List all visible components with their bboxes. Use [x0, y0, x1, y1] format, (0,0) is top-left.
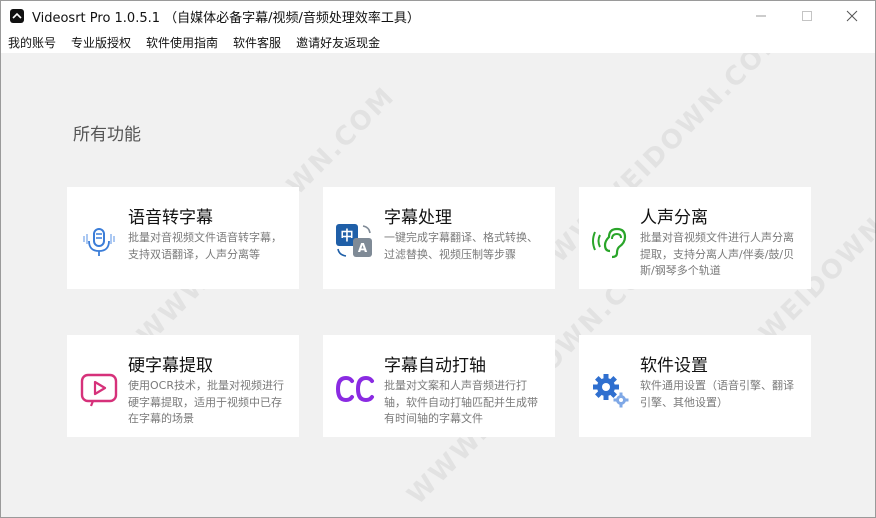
- svg-text:中: 中: [340, 228, 353, 244]
- translate-icon: 中 A: [335, 221, 375, 261]
- card-title: 字幕处理: [384, 208, 452, 228]
- svg-text:A: A: [358, 241, 368, 255]
- menu-customer-service[interactable]: 软件客服: [233, 34, 281, 51]
- card-auto-subtitle-timing[interactable]: 字幕自动打轴 批量对文案和人声音频进行打轴，软件自动打轴匹配并生成带有时间轴的字…: [323, 335, 555, 437]
- card-description: 批量对音视频文件语音转字幕，支持双语翻译，人声分离等: [128, 231, 282, 261]
- menu-invite-friends[interactable]: 邀请好友返现金: [296, 34, 380, 51]
- minimize-button[interactable]: [738, 1, 784, 31]
- card-hard-subtitle-extraction[interactable]: 硬字幕提取 使用OCR技术，批量对视频进行硬字幕提取，适用于视频中已存在字幕的场…: [67, 335, 299, 437]
- card-description: 软件通用设置（语音引擎、翻译引擎、其他设置）: [640, 379, 794, 409]
- menu-my-account[interactable]: 我的账号: [8, 34, 56, 51]
- card-description: 批量对文案和人声音频进行打轴，软件自动打轴匹配并生成带有时间轴的字幕文件: [384, 379, 538, 425]
- card-title: 人声分离: [640, 208, 708, 228]
- card-vocal-separation[interactable]: 人声分离 批量对音视频文件进行人声分离提取，支持分离人声/伴奏/鼓/贝斯/钢琴多…: [579, 187, 811, 289]
- app-logo-icon: [10, 9, 24, 23]
- card-description: 使用OCR技术，批量对视频进行硬字幕提取，适用于视频中已存在字幕的场景: [128, 379, 284, 425]
- section-title: 所有功能: [73, 125, 141, 145]
- close-icon: [846, 10, 858, 22]
- card-subtitle-processing[interactable]: 中 A 字幕处理 一键完成字幕翻译、格式转换、过滤替换、视频压制等步骤: [323, 187, 555, 289]
- video-play-icon: [79, 369, 119, 409]
- ear-icon: [591, 221, 631, 261]
- menu-bar: 我的账号 专业版授权 软件使用指南 软件客服 邀请好友返现金: [1, 31, 875, 53]
- close-button[interactable]: [829, 1, 875, 31]
- gear-icon: [591, 369, 631, 409]
- card-description: 一键完成字幕翻译、格式转换、过滤替换、视频压制等步骤: [384, 231, 538, 261]
- card-software-settings[interactable]: 软件设置 软件通用设置（语音引擎、翻译引擎、其他设置）: [579, 335, 811, 437]
- app-window: WWW.WEIDOWN.COM WWW.WEIDOWN.COM WWW.WEID…: [0, 0, 876, 518]
- card-speech-to-subtitle[interactable]: 语音转字幕 批量对音视频文件语音转字幕，支持双语翻译，人声分离等: [67, 187, 299, 289]
- card-description: 批量对音视频文件进行人声分离提取，支持分离人声/伴奏/鼓/贝斯/钢琴多个轨道: [640, 231, 795, 277]
- minimize-icon: [756, 15, 766, 17]
- menu-user-guide[interactable]: 软件使用指南: [146, 34, 218, 51]
- card-title: 硬字幕提取: [128, 356, 213, 376]
- cc-icon: [335, 369, 375, 409]
- card-title: 字幕自动打轴: [384, 356, 486, 376]
- title-bar: Videosrt Pro 1.0.5.1 （自媒体必备字幕/视频/音频处理效率工…: [1, 1, 875, 31]
- card-title: 软件设置: [640, 356, 708, 376]
- maximize-icon: [802, 11, 812, 21]
- menu-pro-license[interactable]: 专业版授权: [71, 34, 131, 51]
- window-title: Videosrt Pro 1.0.5.1 （自媒体必备字幕/视频/音频处理效率工…: [32, 11, 420, 26]
- microphone-icon: [79, 221, 119, 261]
- maximize-button[interactable]: [784, 1, 830, 31]
- card-title: 语音转字幕: [128, 208, 213, 228]
